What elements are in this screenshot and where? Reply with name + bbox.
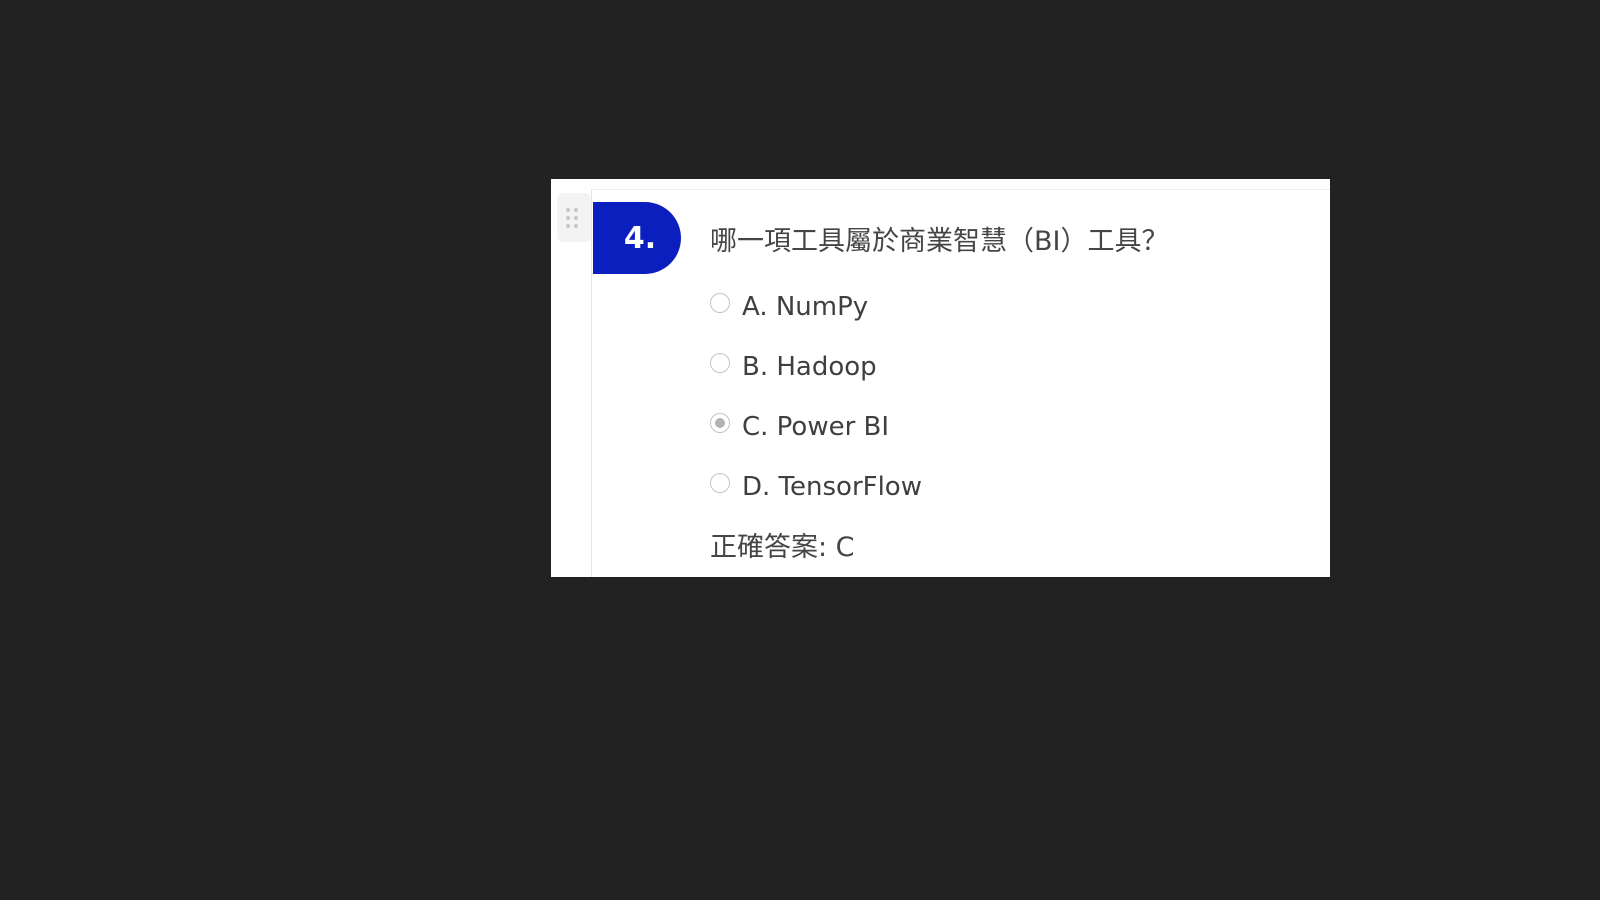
- radio-option-a[interactable]: [710, 293, 730, 313]
- option-b-label: B. Hadoop: [742, 352, 877, 382]
- card-top-border: [591, 189, 1330, 190]
- radio-option-c[interactable]: [710, 413, 730, 433]
- option-d-label: D. TensorFlow: [742, 472, 922, 502]
- option-a-label: A. NumPy: [742, 292, 869, 322]
- option-c-label: C. Power BI: [742, 412, 890, 442]
- question-number-badge: 4.: [593, 202, 681, 274]
- option-c[interactable]: C. Power BI: [710, 412, 889, 442]
- question-text: 哪一項工具屬於商業智慧（BI）工具？: [710, 226, 1169, 257]
- radio-option-d[interactable]: [710, 473, 730, 493]
- question-card: 4. 哪一項工具屬於商業智慧（BI）工具？ A. NumPy B. Hadoop…: [551, 179, 1330, 577]
- radio-option-b[interactable]: [710, 353, 730, 373]
- option-a[interactable]: A. NumPy: [710, 292, 868, 322]
- option-b[interactable]: B. Hadoop: [710, 352, 877, 382]
- card-left-border: [591, 189, 592, 577]
- correct-answer: 正確答案: C: [710, 532, 855, 563]
- option-d[interactable]: D. TensorFlow: [710, 472, 922, 502]
- drag-handle[interactable]: [557, 193, 591, 242]
